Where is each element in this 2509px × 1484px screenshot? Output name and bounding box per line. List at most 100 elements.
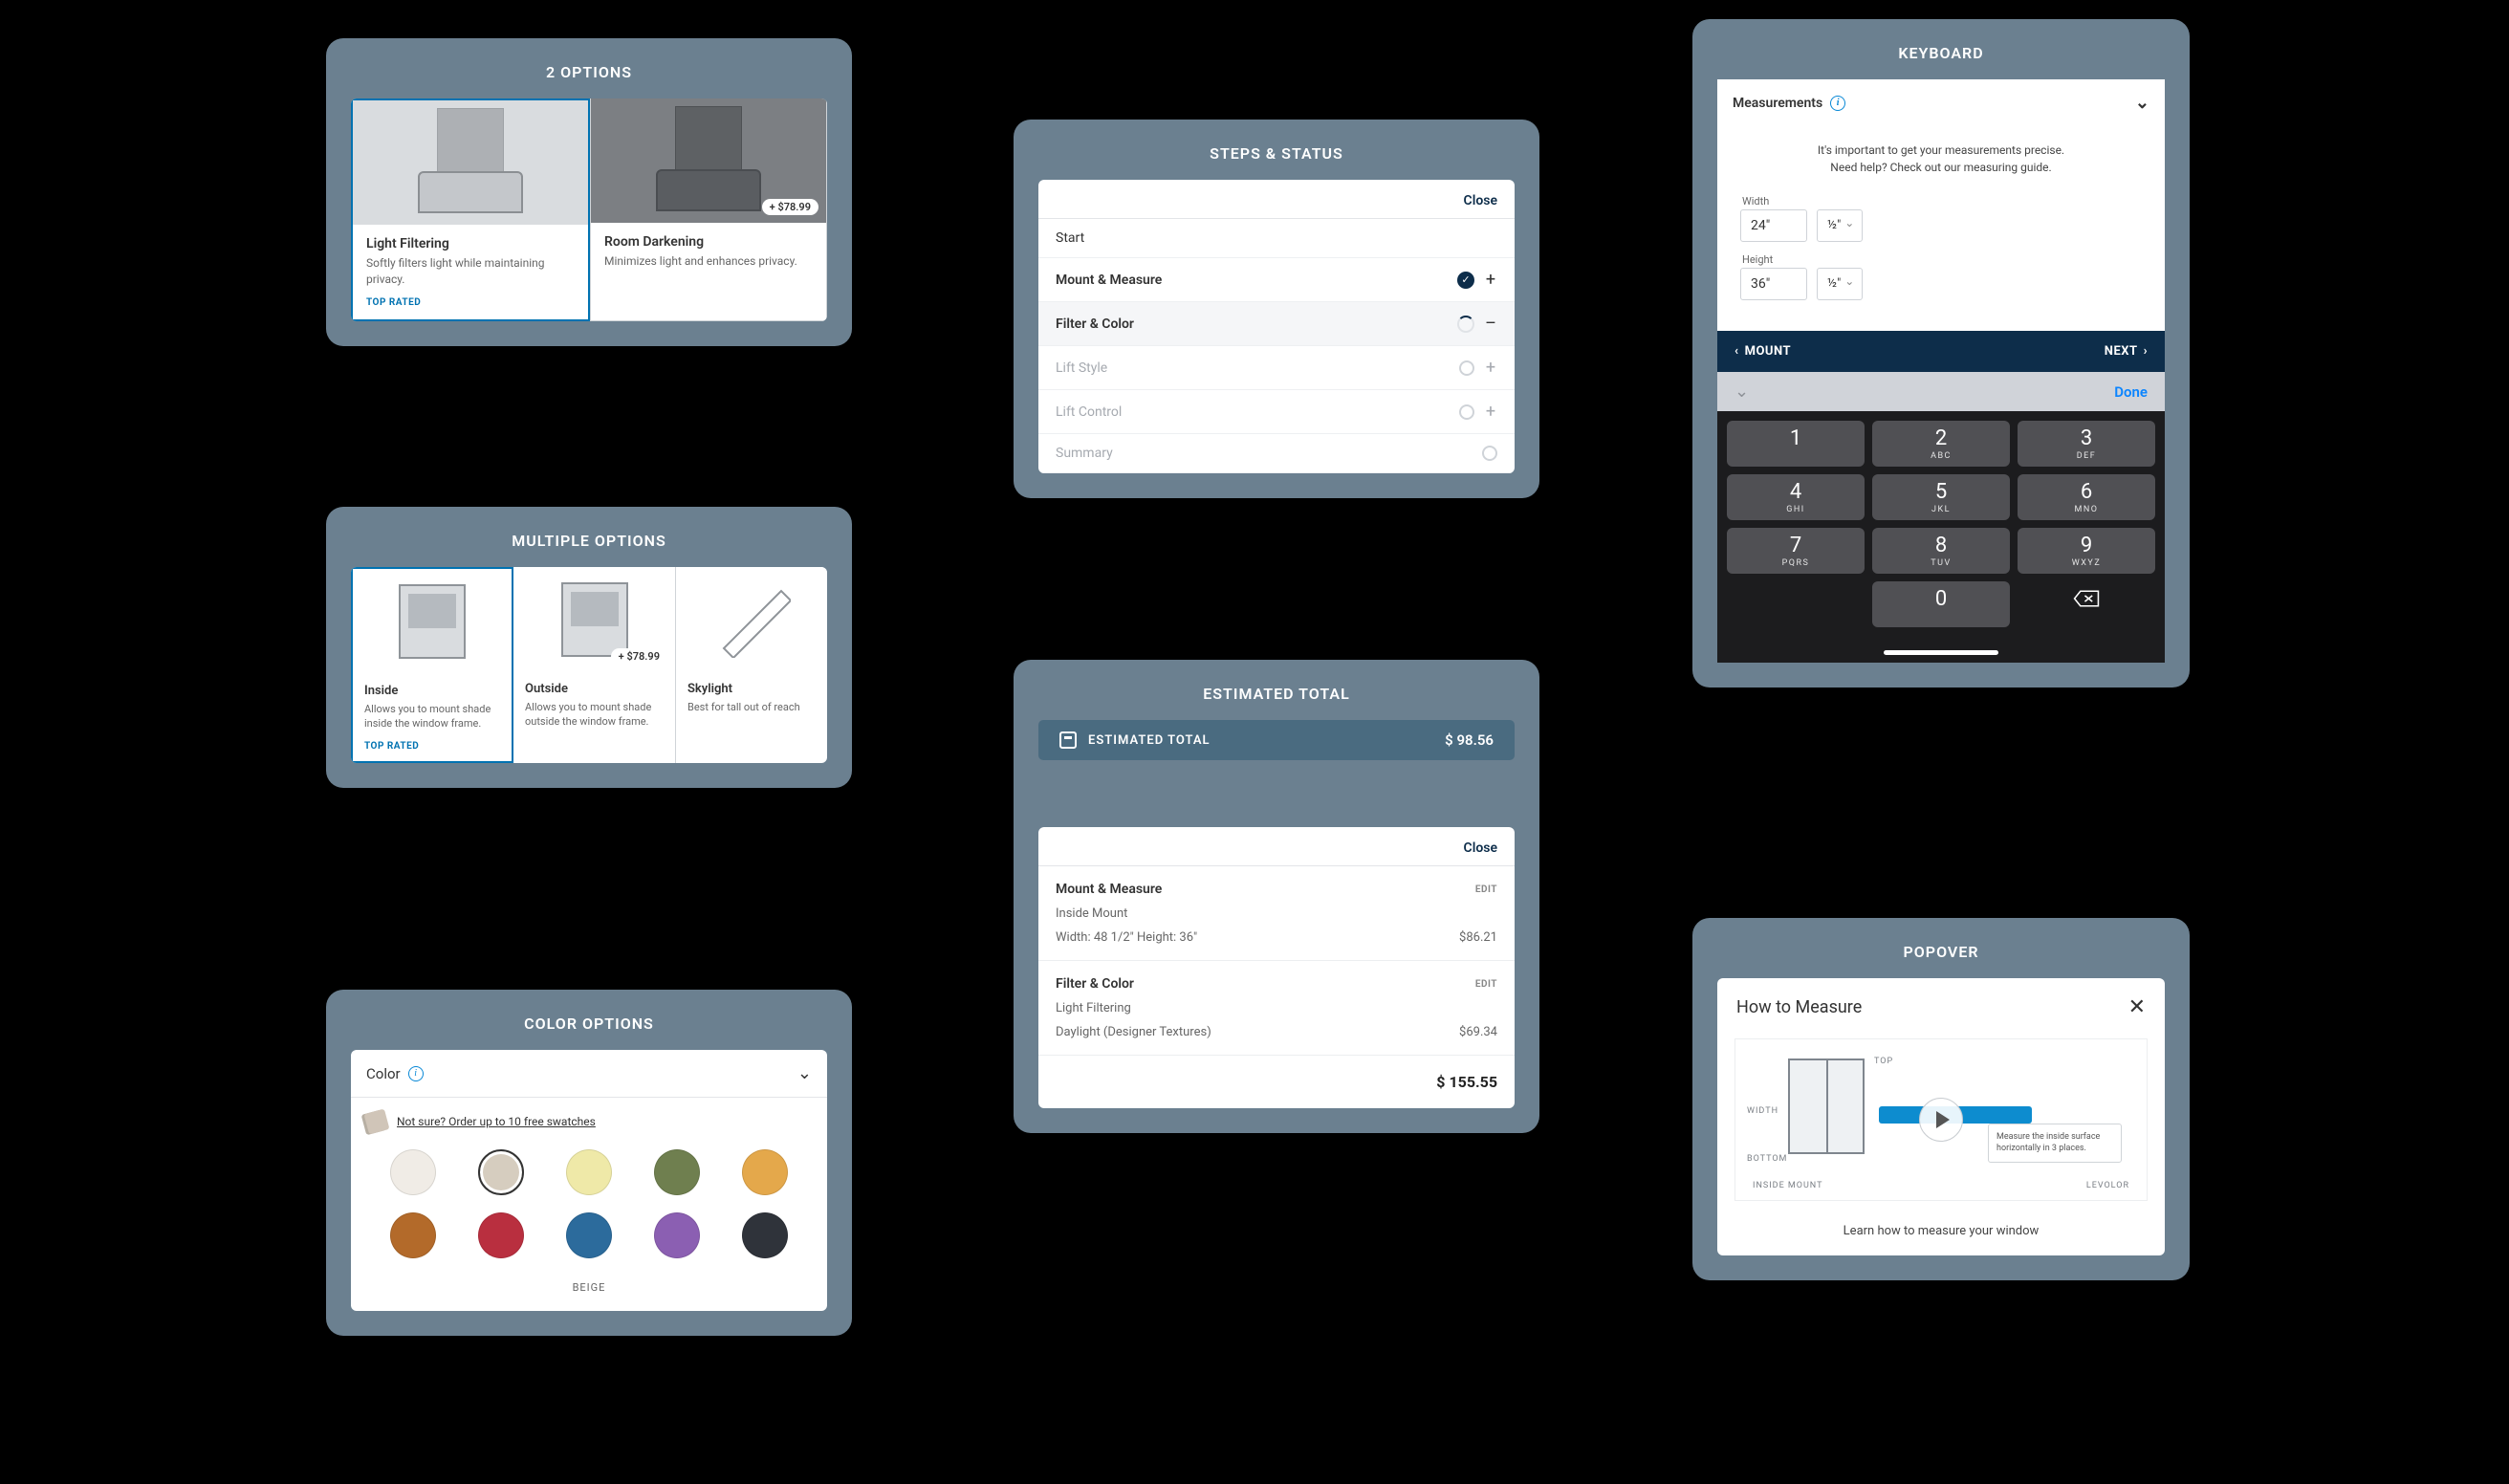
play-icon[interactable] xyxy=(1919,1098,1963,1142)
option-title: Room Darkening xyxy=(604,234,813,250)
info-icon[interactable]: i xyxy=(1830,96,1845,111)
expand-icon[interactable]: + xyxy=(1484,402,1497,422)
measurement-input[interactable]: 24" xyxy=(1740,209,1807,242)
step-label: Mount & Measure xyxy=(1056,273,1162,288)
keypad-key-9[interactable]: 9WXYZ xyxy=(2018,528,2155,574)
line-label: Width: 48 1/2" Height: 36" xyxy=(1056,930,1197,945)
status-empty-icon xyxy=(1459,404,1474,420)
status-empty-icon xyxy=(1482,446,1497,461)
color-swatch[interactable] xyxy=(654,1149,700,1195)
popover-title: How to Measure xyxy=(1736,997,1862,1017)
chevron-left-icon: ‹ xyxy=(1734,344,1739,359)
step-row[interactable]: Filter & Color– xyxy=(1038,302,1515,346)
swatch-message[interactable]: Not sure? Order up to 10 free swatches xyxy=(366,1111,812,1132)
section-title: Filter & Color xyxy=(1056,976,1134,992)
option-inside[interactable]: Inside Allows you to mount shade inside … xyxy=(351,567,513,763)
color-swatch[interactable] xyxy=(478,1212,524,1258)
step-row[interactable]: Summary xyxy=(1038,434,1515,473)
option-desc: Allows you to mount shade inside the win… xyxy=(364,702,500,731)
collapse-icon[interactable]: – xyxy=(1484,314,1497,334)
fraction-select[interactable]: ½" xyxy=(1817,268,1863,300)
diagram-label-top: TOP xyxy=(1874,1057,1893,1066)
color-swatch[interactable] xyxy=(390,1149,436,1195)
section-subtitle: Light Filtering xyxy=(1056,1001,1497,1015)
color-swatch[interactable] xyxy=(566,1212,612,1258)
step-row[interactable]: Start xyxy=(1038,219,1515,258)
backspace-key[interactable] xyxy=(2018,581,2155,627)
nav-next-button[interactable]: NEXT › xyxy=(2105,344,2148,359)
option-title: Skylight xyxy=(687,682,817,696)
panel-title-keyboard: KEYBOARD xyxy=(1717,44,2165,62)
chevron-right-icon: › xyxy=(2144,344,2148,359)
line-label: Daylight (Designer Textures) xyxy=(1056,1025,1211,1039)
option-desc: Allows you to mount shade outside the wi… xyxy=(525,700,664,730)
expand-icon[interactable]: + xyxy=(1484,270,1497,290)
color-swatch[interactable] xyxy=(566,1149,612,1195)
color-swatch[interactable] xyxy=(742,1212,788,1258)
keypad-key-2[interactable]: 2ABC xyxy=(1872,421,2010,467)
diagram-tooltip: Measure the inside surface horizontally … xyxy=(1988,1124,2122,1163)
option-title: Outside xyxy=(525,682,664,696)
top-rated-badge: TOP RATED xyxy=(364,741,500,752)
price-tag: + $78.99 xyxy=(611,648,667,665)
color-swatch[interactable] xyxy=(478,1149,524,1195)
status-done-icon xyxy=(1457,272,1474,289)
estimated-total-pill[interactable]: ESTIMATED TOTAL $ 98.56 xyxy=(1038,720,1515,760)
option-title: Inside xyxy=(364,684,500,698)
keyboard-down-button[interactable]: ⌄ xyxy=(1734,382,1749,402)
fraction-select[interactable]: ½" xyxy=(1817,209,1863,242)
close-button[interactable]: Close xyxy=(1038,827,1515,866)
nav-back-button[interactable]: ‹ MOUNT xyxy=(1734,344,1791,359)
step-label: Start xyxy=(1056,230,1084,246)
keyboard-done-button[interactable]: Done xyxy=(2114,383,2148,401)
step-row[interactable]: Lift Control+ xyxy=(1038,390,1515,434)
color-swatch[interactable] xyxy=(654,1212,700,1258)
keypad-key-8[interactable]: 8TUV xyxy=(1872,528,2010,574)
step-label: Lift Style xyxy=(1056,360,1107,376)
step-row[interactable]: Lift Style + xyxy=(1038,346,1515,390)
diagram-label-width: WIDTH xyxy=(1747,1106,1778,1116)
keypad-key-0[interactable]: 0 xyxy=(1872,581,2010,627)
color-accordion-header[interactable]: Color i ⌄ xyxy=(351,1050,827,1098)
close-icon[interactable]: ✕ xyxy=(2128,995,2146,1019)
panel-title-steps: STEPS & STATUS xyxy=(1038,144,1515,163)
edit-link[interactable]: EDIT xyxy=(1475,979,1497,990)
option-light-filtering[interactable]: Light Filtering Softly filters light whi… xyxy=(351,98,590,321)
panel-title-multiple: MULTIPLE OPTIONS xyxy=(351,532,827,550)
keypad-key-1[interactable]: 1 xyxy=(1727,421,1865,467)
option-title: Light Filtering xyxy=(366,236,575,251)
edit-link[interactable]: EDIT xyxy=(1475,884,1497,895)
color-swatch[interactable] xyxy=(390,1212,436,1258)
measurement-input[interactable]: 36" xyxy=(1740,268,1807,300)
option-room-darkening[interactable]: + $78.99 Room Darkening Minimizes light … xyxy=(590,98,827,321)
estimate-section: Filter & Color EDIT Light Filtering Dayligh… xyxy=(1038,961,1515,1056)
keypad-key-6[interactable]: 6MNO xyxy=(2018,474,2155,520)
diagram-footer-left: INSIDE MOUNT xyxy=(1753,1181,1822,1190)
keypad-key-5[interactable]: 5JKL xyxy=(1872,474,2010,520)
measurements-accordion-header[interactable]: Measurements i ⌄ xyxy=(1717,79,2165,126)
color-swatch[interactable] xyxy=(742,1149,788,1195)
keypad-key-7[interactable]: 7PQRS xyxy=(1727,528,1865,574)
panel-title-color: COLOR OPTIONS xyxy=(351,1015,827,1033)
popover-caption: Learn how to measure your window xyxy=(1717,1201,2165,1255)
option-outside[interactable]: + $78.99 Outside Allows you to mount sha… xyxy=(513,567,676,763)
measure-diagram[interactable]: WIDTH TOP BOTTOM Measure the inside surf… xyxy=(1734,1038,2148,1201)
info-icon[interactable]: i xyxy=(408,1066,424,1081)
option-skylight[interactable]: Skylight Best for tall out of reach xyxy=(676,567,827,763)
status-empty-icon xyxy=(1459,360,1474,376)
swatch-sample-icon xyxy=(364,1109,390,1135)
field-label: Width xyxy=(1742,195,2142,207)
section-title: Mount & Measure xyxy=(1056,882,1162,897)
close-button[interactable]: Close xyxy=(1038,180,1515,219)
keypad-key-4[interactable]: 4GHI xyxy=(1727,474,1865,520)
estimate-section: Mount & MeasureEDITInside MountWidth: 48… xyxy=(1038,866,1515,961)
keypad-key-3[interactable]: 3DEF xyxy=(2018,421,2155,467)
diagram-footer-right: LEVOLOR xyxy=(2086,1181,2129,1190)
expand-icon[interactable]: + xyxy=(1484,358,1497,378)
step-label: Summary xyxy=(1056,446,1113,461)
option-desc: Minimizes light and enhances privacy. xyxy=(604,253,813,270)
step-row[interactable]: Mount & Measure + xyxy=(1038,258,1515,302)
keypad-blank xyxy=(1727,581,1865,627)
measurement-helper-text: It's important to get your measurements … xyxy=(1717,126,2165,191)
field-label: Height xyxy=(1742,253,2142,266)
